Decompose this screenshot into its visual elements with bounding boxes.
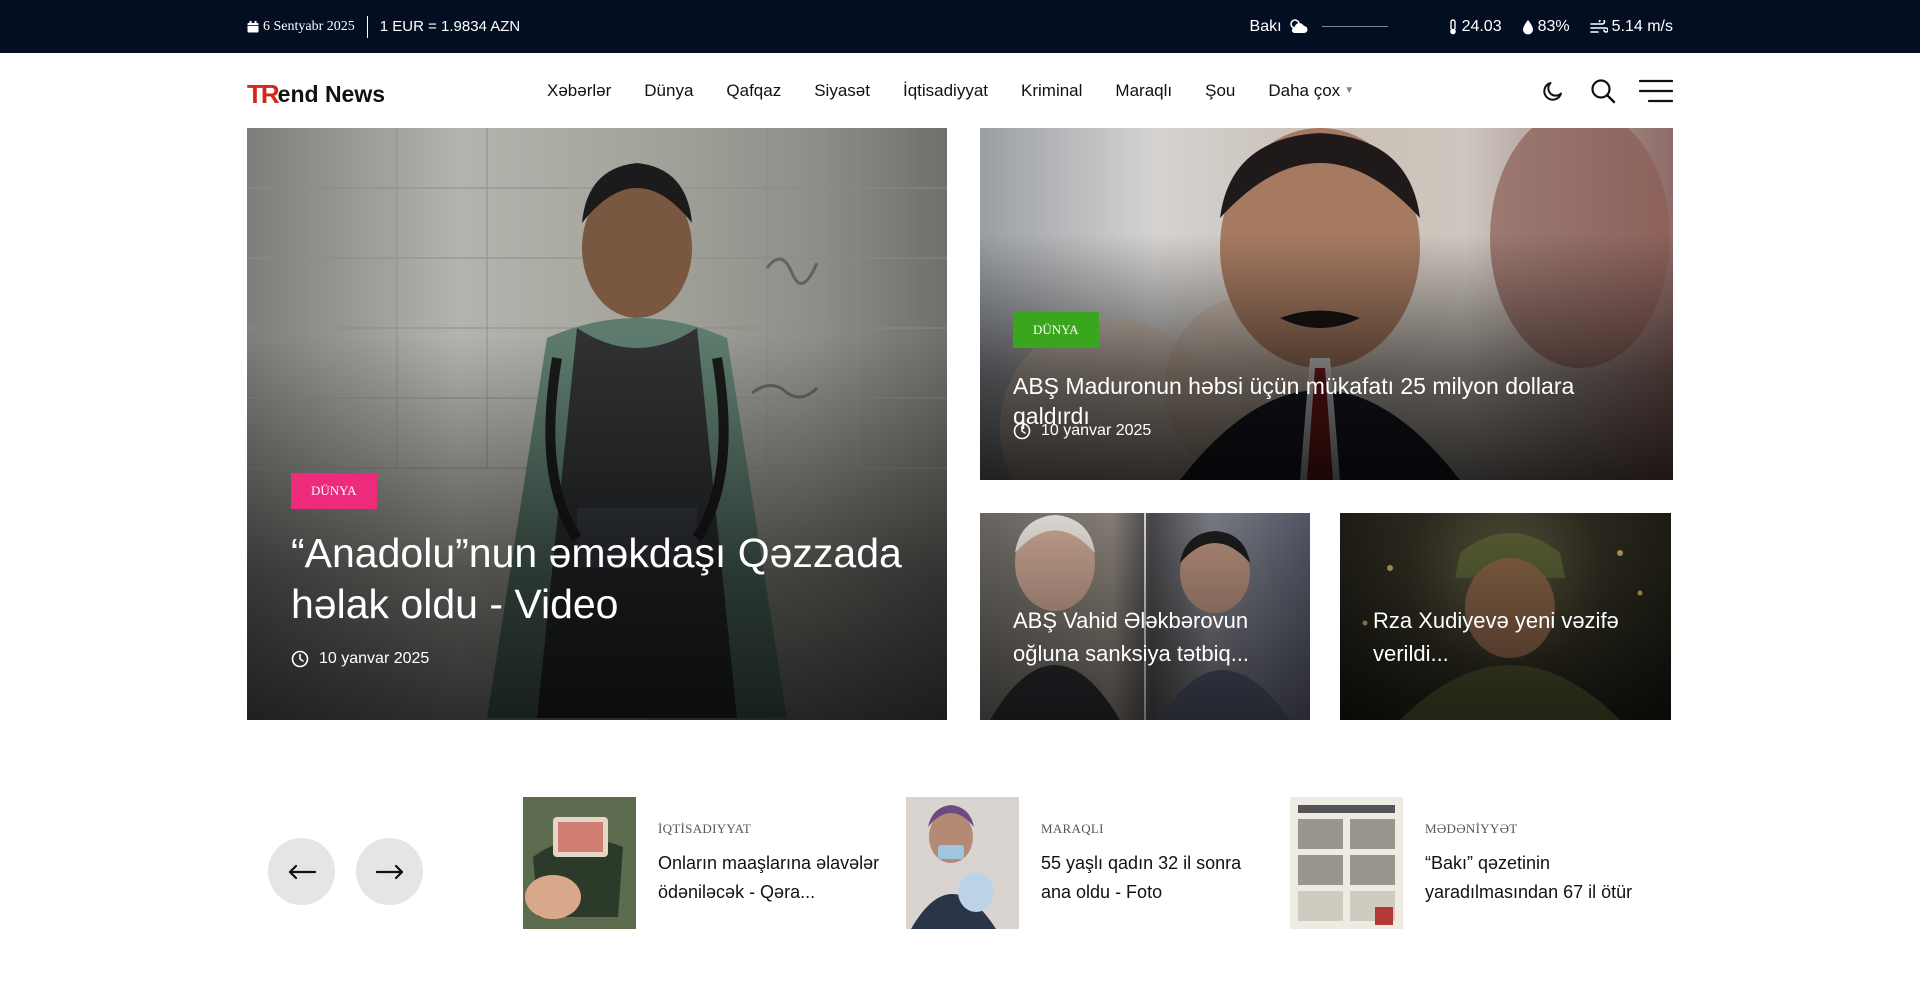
- chevron-down-icon: ▼: [1344, 85, 1355, 96]
- main-nav: Xəbərlər Dünya Qafqaz Siyasət İqtisadiyy…: [547, 53, 1387, 128]
- wind-icon: [1589, 19, 1608, 33]
- slider-item-2[interactable]: MARAQLI 55 yaşlı qadın 32 il sonra ana o…: [906, 797, 1271, 929]
- top-bar: 6 Sentyabr 2025 1 EUR = 1.9834 AZN Bakı …: [0, 0, 1920, 53]
- arrow-left-icon: [288, 864, 316, 879]
- date-text: 10 yanvar 2025: [319, 650, 430, 667]
- slider-category-1[interactable]: İQTİSADIYYAT: [658, 821, 888, 837]
- site-header: TR end News Xəbərlər Dünya Qafqaz Siyasət…: [0, 53, 1920, 128]
- weather-city[interactable]: Bakı: [1250, 18, 1310, 36]
- nav-item-siyaset[interactable]: Siyasət: [814, 81, 870, 101]
- menu-icon[interactable]: [1639, 77, 1673, 105]
- hero-main-title[interactable]: “Anadolu”nun əməkdaşı Qəzzada həlak oldu…: [291, 528, 911, 630]
- thermometer-icon: [1449, 18, 1456, 34]
- hero-small-card-1[interactable]: ABŞ Vahid Ələkbərovun oğluna sanksiya tə…: [980, 513, 1310, 720]
- hero-main-card[interactable]: DÜNYA “Anadolu”nun əməkdaşı Qəzzada həla…: [247, 128, 947, 720]
- slider-category-2[interactable]: MARAQLI: [1041, 821, 1271, 837]
- logo-mark: TR: [247, 79, 280, 109]
- nav-item-iqtisadiyyat[interactable]: İqtisadiyyat: [903, 81, 988, 101]
- slider-text-2: MARAQLI 55 yaşlı qadın 32 il sonra ana o…: [1041, 797, 1271, 929]
- slider-prev-button[interactable]: [268, 838, 335, 905]
- nav-item-more[interactable]: Daha çox ▼: [1268, 81, 1354, 101]
- humidity-value: 83%: [1537, 17, 1570, 35]
- site-logo[interactable]: TR end News: [247, 79, 385, 110]
- weather-widget: Bakı 24.03 83% 5.14 m/s: [1250, 0, 1673, 53]
- nav-item-dunya[interactable]: Dünya: [644, 81, 693, 101]
- current-date: 6 Sentyabr 2025: [247, 19, 355, 35]
- hero-main-date: 10 yanvar 2025: [291, 650, 429, 668]
- header-actions: [1539, 77, 1673, 105]
- wind-value: 5.14 m/s: [1611, 17, 1673, 35]
- clock-icon: [291, 650, 309, 668]
- top-bar-left: 6 Sentyabr 2025 1 EUR = 1.9834 AZN: [247, 0, 520, 53]
- slider-title-3[interactable]: “Bakı” qəzetinin yaradılmasından 67 il ö…: [1425, 849, 1655, 907]
- slider-next-button[interactable]: [356, 838, 423, 905]
- date-text: 10 yanvar 2025: [1041, 422, 1152, 439]
- slider-text-1: İQTİSADIYYAT Onların maaşlarına əlavələr…: [658, 797, 888, 929]
- slider-item-1[interactable]: İQTİSADIYYAT Onların maaşlarına əlavələr…: [523, 797, 888, 929]
- hero-top-date: 10 yanvar 2025: [1013, 422, 1151, 440]
- clock-icon: [1013, 422, 1031, 440]
- temperature: 24.03: [1448, 18, 1502, 36]
- slider-thumb-3: [1290, 797, 1403, 929]
- slider-item-3[interactable]: MƏDƏNİYYƏT “Bakı” qəzetinin yaradılmasın…: [1290, 797, 1655, 929]
- slider-category-3[interactable]: MƏDƏNİYYƏT: [1425, 821, 1655, 837]
- hero-small-card-2[interactable]: Rza Xudiyevə yeni vəzifə verildi...: [1340, 513, 1671, 720]
- slider-thumb-2: [906, 797, 1019, 929]
- cloud-sun-icon: [1289, 18, 1308, 33]
- hero-main-overlay: [247, 128, 947, 720]
- nav-item-qafqaz[interactable]: Qafqaz: [726, 81, 781, 101]
- date-text: 6 Sentyabr 2025: [263, 18, 355, 34]
- currency-rate: 1 EUR = 1.9834 AZN: [379, 18, 521, 35]
- hero-small-title-2[interactable]: Rza Xudiyevə yeni vəzifə verildi...: [1373, 604, 1653, 670]
- nav-item-kriminal[interactable]: Kriminal: [1021, 81, 1082, 101]
- slider-title-2[interactable]: 55 yaşlı qadın 32 il sonra ana oldu - Fo…: [1041, 849, 1271, 907]
- calendar-icon: [247, 20, 259, 32]
- nav-item-maraqli[interactable]: Maraqlı: [1115, 81, 1172, 101]
- humidity: 83%: [1522, 18, 1570, 36]
- logo-text: end News: [277, 81, 386, 107]
- search-icon[interactable]: [1589, 77, 1617, 105]
- divider: [366, 15, 368, 38]
- hero-top-card[interactable]: DÜNYA ABŞ Maduronun həbsi üçün mükafatı …: [980, 128, 1673, 480]
- moon-icon[interactable]: [1539, 77, 1567, 105]
- slider-thumb-1: [523, 797, 636, 929]
- category-badge[interactable]: DÜNYA: [1013, 312, 1099, 348]
- hero-small-title-1[interactable]: ABŞ Vahid Ələkbərovun oğluna sanksiya tə…: [1013, 604, 1293, 670]
- nav-item-sou[interactable]: Şou: [1205, 81, 1235, 101]
- slider-text-3: MƏDƏNİYYƏT “Bakı” qəzetinin yaradılmasın…: [1425, 797, 1655, 929]
- category-badge[interactable]: DÜNYA: [291, 473, 377, 509]
- nav-more-label: Daha çox: [1268, 80, 1341, 100]
- weather-divider: [1321, 26, 1388, 27]
- nav-item-xeberler[interactable]: Xəbərlər: [547, 81, 611, 101]
- city-name: Bakı: [1249, 17, 1282, 35]
- wind: 5.14 m/s: [1589, 17, 1673, 36]
- drop-icon: [1522, 19, 1533, 34]
- slider-title-1[interactable]: Onların maaşlarına əlavələr ödəniləcək -…: [658, 849, 888, 907]
- temperature-value: 24.03: [1461, 17, 1502, 35]
- arrow-right-icon: [375, 864, 403, 879]
